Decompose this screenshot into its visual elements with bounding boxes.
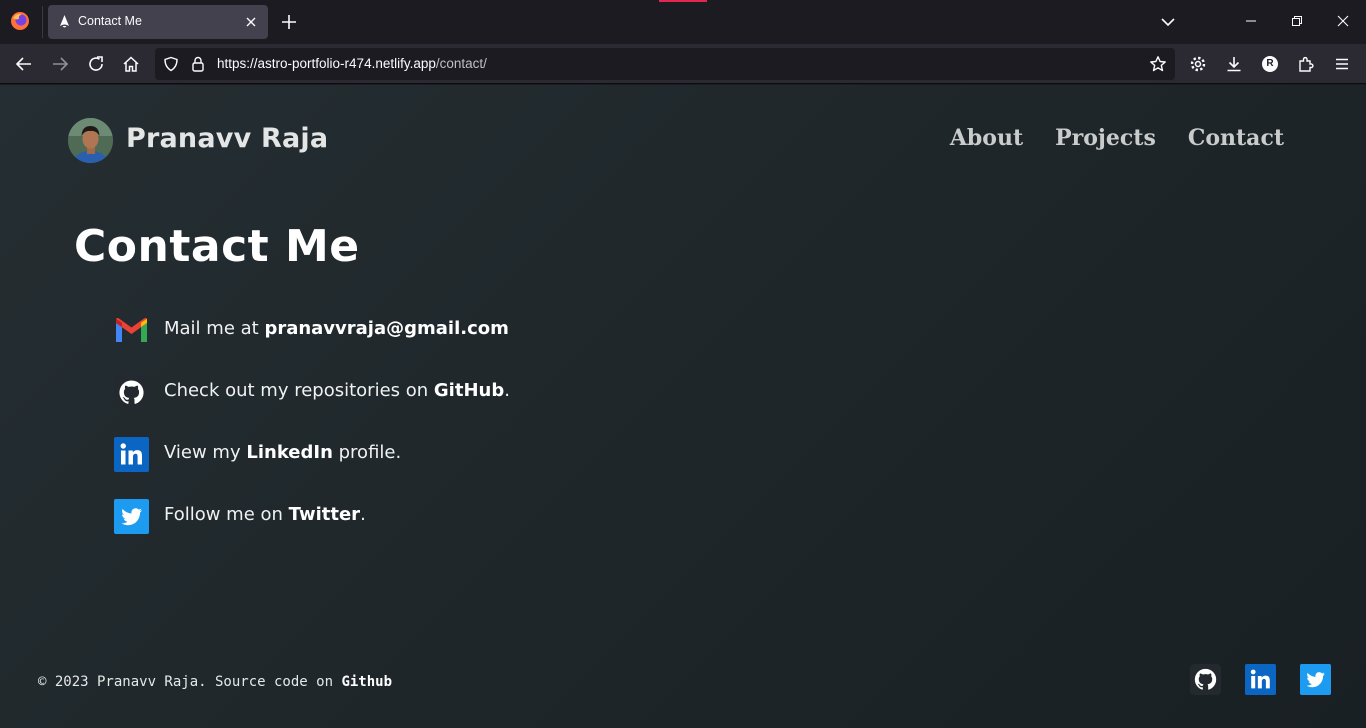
contact-suffix: .	[504, 380, 510, 401]
footer-github-link[interactable]: Github	[341, 674, 392, 690]
twitter-link[interactable]: Twitter	[289, 504, 360, 525]
browser-tab-bar: Contact Me	[0, 0, 1366, 44]
tab-separator	[42, 6, 43, 38]
browser-nav-bar: https://astro-portfolio-r474.netlify.app…	[0, 44, 1366, 84]
url-text[interactable]: https://astro-portfolio-r474.netlify.app…	[217, 56, 487, 71]
nav-projects-link[interactable]: Projects	[1055, 125, 1156, 151]
new-tab-icon[interactable]	[280, 13, 298, 31]
twitter-icon[interactable]	[114, 499, 149, 534]
tab-indicator	[659, 0, 707, 2]
list-all-tabs-icon[interactable]	[1160, 15, 1176, 29]
page-title: Contact Me	[74, 221, 360, 272]
contact-suffix: profile.	[332, 442, 402, 463]
footer-github-icon[interactable]	[1190, 664, 1221, 695]
astro-favicon-icon	[60, 15, 69, 28]
linkedin-icon[interactable]	[114, 437, 149, 472]
tab-contact-me[interactable]: Contact Me	[48, 5, 268, 39]
footer-text: © 2023 Pranavv Raja. Source code on	[38, 674, 342, 690]
linkedin-link[interactable]: LinkedIn	[246, 442, 333, 463]
reload-icon[interactable]	[87, 55, 105, 73]
contact-prefix: View my	[164, 442, 247, 463]
site-nav: About Projects Contact	[950, 125, 1284, 151]
contact-text-github: Check out my repositories on GitHub.	[164, 380, 510, 401]
contact-prefix: Follow me on	[164, 504, 289, 525]
window-close-icon[interactable]	[1336, 14, 1350, 28]
settings-gear-icon[interactable]	[1189, 55, 1207, 73]
contact-text-twitter: Follow me on Twitter.	[164, 504, 366, 525]
site-brand[interactable]: Pranavv Raja	[126, 123, 328, 154]
lock-icon[interactable]	[191, 56, 205, 72]
avatar-photo	[68, 118, 113, 163]
footer-copyright: © 2023 Pranavv Raja. Source code on Gith…	[38, 674, 392, 690]
bookmark-star-icon[interactable]	[1149, 55, 1167, 73]
downloads-icon[interactable]	[1225, 55, 1243, 73]
profile-avatar[interactable]: R	[1262, 56, 1278, 72]
email-link[interactable]: pranavvraja@gmail.com	[264, 318, 508, 339]
restore-icon[interactable]	[1290, 14, 1304, 28]
footer-linkedin-icon[interactable]	[1245, 664, 1276, 695]
nav-about-link[interactable]: About	[950, 125, 1023, 151]
tab-close-icon[interactable]	[244, 15, 258, 29]
contact-suffix: .	[360, 504, 366, 525]
url-host: https://astro-portfolio-r474.netlify.app	[217, 56, 436, 71]
url-bar[interactable]: https://astro-portfolio-r474.netlify.app…	[155, 48, 1175, 80]
forward-icon[interactable]	[51, 55, 69, 73]
contact-prefix: Mail me at	[164, 318, 265, 339]
footer-social-icons	[1190, 664, 1331, 695]
gmail-icon[interactable]	[114, 313, 149, 348]
home-icon[interactable]	[122, 55, 140, 73]
minimize-icon[interactable]	[1244, 14, 1258, 28]
avatar[interactable]	[68, 118, 113, 163]
extensions-icon[interactable]	[1297, 55, 1315, 73]
github-link[interactable]: GitHub	[434, 380, 504, 401]
github-icon[interactable]	[114, 375, 149, 410]
firefox-icon[interactable]	[10, 11, 30, 31]
contact-text-email: Mail me at pranavvraja@gmail.com	[164, 318, 509, 339]
menu-hamburger-icon[interactable]	[1333, 55, 1351, 73]
footer-twitter-icon[interactable]	[1300, 664, 1331, 695]
tracking-protection-icon[interactable]	[163, 56, 179, 72]
nav-contact-link[interactable]: Contact	[1188, 125, 1284, 151]
back-icon[interactable]	[15, 55, 33, 73]
site-header: Pranavv Raja About Projects Contact	[68, 117, 1284, 165]
contact-text-linkedin: View my LinkedIn profile.	[164, 442, 401, 463]
page-viewport: Pranavv Raja About Projects Contact Cont…	[0, 85, 1366, 728]
contact-prefix: Check out my repositories on	[164, 380, 434, 401]
url-path: /contact/	[435, 56, 487, 71]
tab-title: Contact Me	[78, 14, 142, 28]
